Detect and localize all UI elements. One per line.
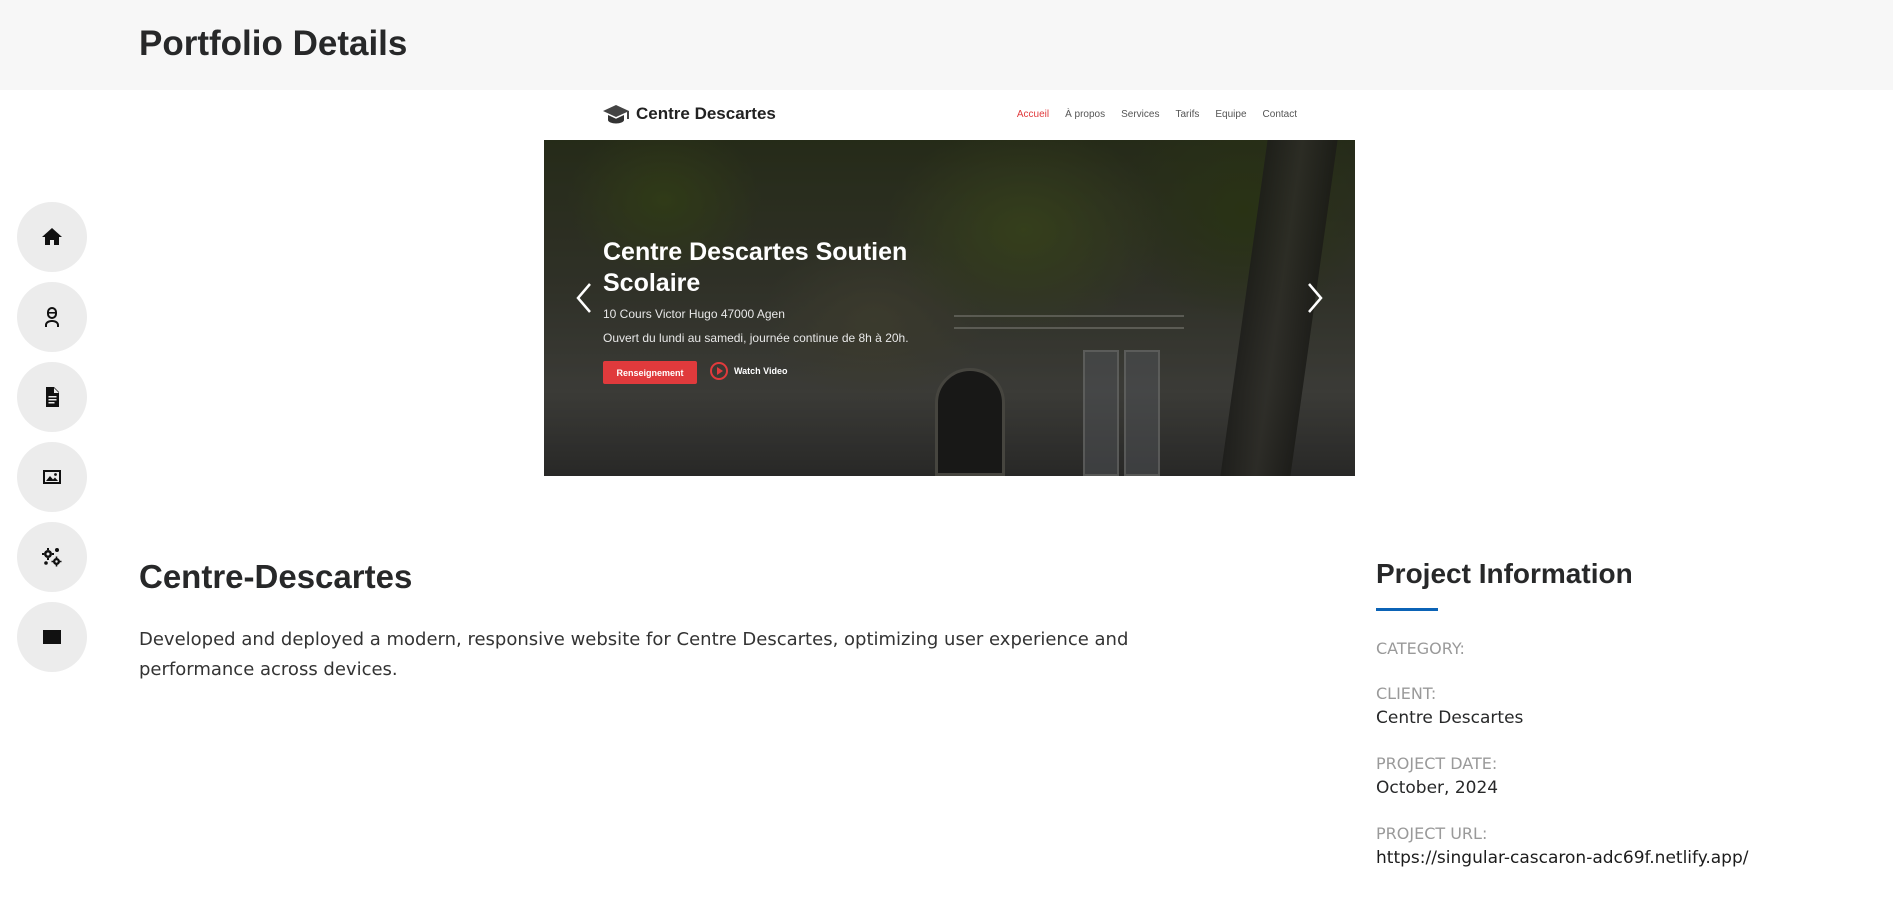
hero-address: 10 Cours Victor Hugo 47000 Agen [603, 307, 785, 321]
project-url-label: PROJECT URL: [1376, 824, 1488, 843]
nav-portfolio-button[interactable] [17, 442, 87, 512]
chevron-right-icon [1308, 283, 1323, 313]
screenshot-menu-item: Tarifs [1175, 109, 1200, 120]
project-title: Centre-Descartes [139, 558, 413, 595]
screenshot-menu-item: Accueil [1016, 109, 1050, 120]
project-date-value: October, 2024 [1376, 778, 1499, 798]
graduation-cap-icon [603, 105, 629, 124]
nav-about-button[interactable] [17, 282, 87, 352]
nav-resume-button[interactable] [17, 362, 87, 432]
category-label: CATEGORY: [1376, 639, 1465, 658]
play-icon [710, 362, 728, 380]
page-title: Portfolio Details [139, 24, 408, 63]
gears-icon [42, 548, 62, 567]
chevron-left-icon [576, 283, 591, 313]
hero-hours: Ouvert du lundi au samedi, journée conti… [603, 331, 909, 345]
side-nav [17, 202, 89, 682]
heading-underline [1376, 608, 1438, 611]
screenshot-menu-item: À propos [1065, 109, 1106, 120]
nav-home-button[interactable] [17, 202, 87, 272]
hero-cta-button: Renseignement [603, 361, 697, 384]
client-label: CLIENT: [1376, 684, 1437, 703]
project-info-heading: Project Information [1376, 558, 1633, 589]
project-info-panel: Project Information CATEGORY: CLIENT: Ce… [1376, 558, 1856, 868]
screenshot-menu-item: Equipe [1215, 109, 1247, 120]
project-url-link[interactable]: https://singular-cascaron-adc69f.netlify… [1376, 848, 1856, 868]
screenshot-logo-text: Centre Descartes [636, 104, 776, 123]
project-date-label: PROJECT DATE: [1376, 754, 1498, 773]
home-icon [42, 228, 62, 245]
screenshot-navbar: Centre Descartes Accueil À propos Services… [544, 90, 1355, 140]
image-icon [43, 470, 61, 484]
project-description: Developed and deployed a modern, respons… [139, 629, 1129, 680]
screenshot-menu: Accueil À propos Services Tarifs Equipe Conta… [1017, 109, 1297, 120]
screenshot-logo: Centre Descartes [602, 103, 776, 125]
carousel-prev-button [570, 278, 600, 318]
hero-video-label: Watch Video [734, 366, 788, 376]
person-icon [45, 307, 59, 327]
envelope-icon [43, 630, 61, 644]
hero-watch-video: Watch Video [710, 362, 788, 380]
screenshot-menu-item: Contact [1262, 109, 1297, 120]
hero-title: Centre Descartes Soutien Scolaire [603, 238, 908, 297]
page-header: Portfolio Details [0, 0, 1893, 90]
nav-services-button[interactable] [17, 522, 87, 592]
screenshot-menu-item: Services [1121, 109, 1160, 120]
document-icon [46, 387, 59, 407]
nav-contact-button[interactable] [17, 602, 87, 672]
client-value: Centre Descartes [1376, 708, 1524, 728]
screenshot-hero: Centre Descartes Soutien Scolaire 10 Cou… [544, 140, 1355, 476]
carousel-next-button [1299, 278, 1329, 318]
project-screenshot: Centre Descartes Accueil À propos Services… [544, 90, 1355, 476]
